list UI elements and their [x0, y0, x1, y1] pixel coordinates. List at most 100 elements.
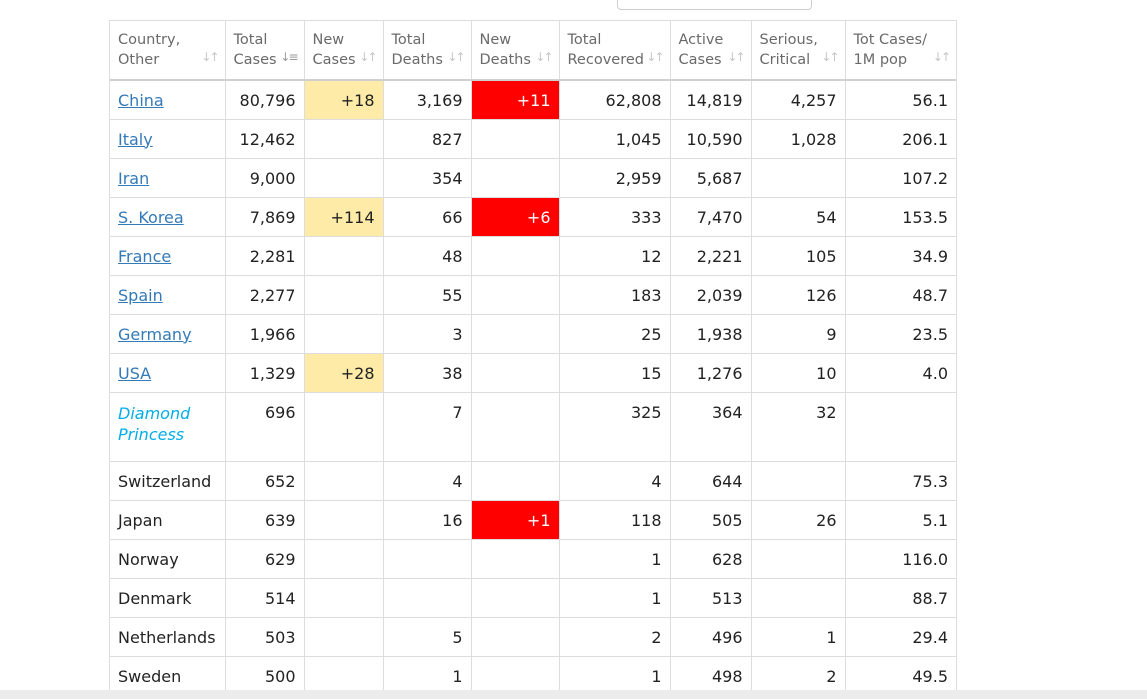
header-row: Country, Other ↓↑ Total Cases ↓≡ New Cases ↓↑ Tot… [110, 21, 956, 81]
column-header-active-cases[interactable]: Active Cases ↓↑ [670, 21, 752, 81]
serious-critical-cell [751, 461, 846, 501]
serious-critical-cell: 4,257 [751, 80, 846, 120]
total-recovered-cell: 25 [559, 314, 671, 354]
active-cases-cell: 644 [670, 461, 752, 501]
new-cases-cell [304, 617, 384, 657]
active-cases-cell: 2,039 [670, 275, 752, 315]
new-deaths-cell [471, 236, 560, 276]
new-deaths-cell: +6 [471, 197, 560, 237]
country-link[interactable]: China [118, 91, 164, 110]
new-cases-cell [304, 500, 384, 540]
country-cell: Switzerland [110, 461, 226, 501]
table-row: S. Korea 7,869 +114 66 +6 333 7,470 54 153.5 [110, 197, 956, 237]
new-cases-cell [304, 314, 384, 354]
column-header-tot-cases-per-million[interactable]: Tot Cases/1M pop ↓↑ [845, 21, 956, 81]
sort-both-icon[interactable]: ↓↑ [535, 47, 553, 67]
table-row: Norway 629 1 628 116.0 [110, 539, 956, 579]
page: Country, Other ↓↑ Total Cases ↓≡ New Cases ↓↑ Tot… [0, 0, 1147, 699]
new-cases-cell [304, 236, 384, 276]
country-link[interactable]: S. Korea [118, 208, 184, 227]
country-cell: Sweden [110, 656, 226, 691]
new-deaths-cell [471, 578, 560, 618]
total-cases-cell: 9,000 [225, 158, 305, 198]
total-deaths-cell: 1 [383, 656, 472, 691]
per-million-cell: 75.3 [845, 461, 956, 501]
total-cases-cell: 503 [225, 617, 305, 657]
column-header-country[interactable]: Country, Other ↓↑ [110, 21, 226, 81]
serious-critical-cell [751, 578, 846, 618]
serious-critical-cell: 126 [751, 275, 846, 315]
sort-both-icon[interactable]: ↓↑ [933, 47, 951, 67]
serious-critical-cell: 54 [751, 197, 846, 237]
active-cases-cell: 513 [670, 578, 752, 618]
total-recovered-cell: 2,959 [559, 158, 671, 198]
total-cases-cell: 696 [225, 392, 305, 462]
country-link[interactable]: France [118, 247, 171, 266]
active-cases-cell: 364 [670, 392, 752, 462]
country-link[interactable]: Italy [118, 130, 153, 149]
header-label-line2: Cases [678, 52, 722, 68]
new-deaths-cell: +1 [471, 500, 560, 540]
table-row: USA 1,329 +28 38 15 1,276 10 4.0 [110, 353, 956, 393]
new-cases-cell: +28 [304, 353, 384, 393]
country-name-line2: Princess [118, 425, 185, 444]
total-deaths-cell: 7 [383, 392, 472, 462]
header-label-line1: Country, [118, 32, 181, 48]
column-header-new-cases[interactable]: New Cases ↓↑ [304, 21, 384, 81]
country-name: Denmark [118, 588, 192, 608]
total-recovered-cell: 62,808 [559, 80, 671, 120]
country-link[interactable]: Germany [118, 325, 192, 344]
column-header-total-recovered[interactable]: Total Recovered ↓↑ [559, 21, 671, 81]
total-recovered-cell: 12 [559, 236, 671, 276]
column-header-serious-critical[interactable]: Serious, Critical ↓↑ [751, 21, 846, 81]
horizontal-scrollbar[interactable] [0, 690, 1147, 699]
cases-table-container[interactable]: Country, Other ↓↑ Total Cases ↓≡ New Cases ↓↑ Tot… [109, 20, 957, 691]
new-deaths-cell [471, 314, 560, 354]
serious-critical-cell: 32 [751, 392, 846, 462]
serious-critical-cell: 2 [751, 656, 846, 691]
table-header: Country, Other ↓↑ Total Cases ↓≡ New Cases ↓↑ Tot… [110, 21, 956, 81]
active-cases-cell: 496 [670, 617, 752, 657]
sort-both-icon[interactable]: ↓↑ [359, 47, 377, 67]
sort-both-icon[interactable]: ↓↑ [447, 47, 465, 67]
country-name-ship: Diamond Princess [118, 403, 190, 445]
cases-table: Country, Other ↓↑ Total Cases ↓≡ New Cases ↓↑ Tot… [110, 21, 956, 691]
sort-both-icon[interactable]: ↓↑ [201, 47, 219, 67]
total-cases-cell: 652 [225, 461, 305, 501]
new-cases-cell [304, 656, 384, 691]
new-deaths-cell [471, 119, 560, 159]
active-cases-cell: 1,938 [670, 314, 752, 354]
table-row: Iran 9,000 354 2,959 5,687 107.2 [110, 158, 956, 198]
new-deaths-cell [471, 353, 560, 393]
country-name-line1: Diamond [118, 404, 191, 423]
search-input[interactable] [617, 0, 812, 10]
column-header-total-deaths[interactable]: Total Deaths ↓↑ [383, 21, 472, 81]
total-deaths-cell: 3,169 [383, 80, 472, 120]
serious-critical-cell [751, 539, 846, 579]
per-million-cell: 49.5 [845, 656, 956, 691]
country-link[interactable]: USA [118, 364, 151, 383]
new-deaths-cell [471, 539, 560, 579]
country-link[interactable]: Spain [118, 286, 163, 305]
country-cell: Italy [110, 119, 226, 159]
country-link[interactable]: Iran [118, 169, 149, 188]
sort-descending-icon[interactable]: ↓≡ [280, 47, 298, 67]
table-row: Diamond Princess 696 7 325 364 32 [110, 392, 956, 462]
per-million-cell [845, 392, 956, 462]
table-row: Italy 12,462 827 1,045 10,590 1,028 206.1 [110, 119, 956, 159]
column-header-total-cases[interactable]: Total Cases ↓≡ [225, 21, 305, 81]
total-recovered-cell: 4 [559, 461, 671, 501]
total-recovered-cell: 325 [559, 392, 671, 462]
new-cases-cell [304, 119, 384, 159]
sort-both-icon[interactable]: ↓↑ [646, 47, 664, 67]
total-recovered-cell: 2 [559, 617, 671, 657]
serious-critical-cell: 9 [751, 314, 846, 354]
country-cell: USA [110, 353, 226, 393]
per-million-cell: 48.7 [845, 275, 956, 315]
sort-both-icon[interactable]: ↓↑ [727, 47, 745, 67]
total-cases-cell: 500 [225, 656, 305, 691]
sort-both-icon[interactable]: ↓↑ [821, 47, 839, 67]
total-cases-cell: 629 [225, 539, 305, 579]
table-row: Japan 639 16 +1 118 505 26 5.1 [110, 500, 956, 540]
column-header-new-deaths[interactable]: New Deaths ↓↑ [471, 21, 560, 81]
